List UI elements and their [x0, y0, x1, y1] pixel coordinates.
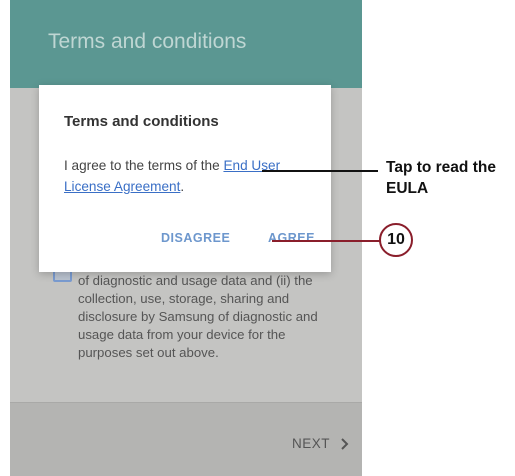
agree-callout-line [272, 240, 380, 242]
next-button-label: NEXT [292, 436, 331, 451]
terms-dialog: Terms and conditions I agree to the term… [39, 85, 331, 272]
dialog-body-suffix: . [180, 179, 185, 194]
disagree-button[interactable]: DISAGREE [161, 231, 230, 245]
next-button[interactable]: NEXT [292, 436, 351, 451]
consent-text: of diagnostic and usage data and (ii) th… [78, 273, 318, 360]
chevron-right-icon [341, 437, 349, 450]
agree-button[interactable]: AGREE [268, 231, 315, 245]
step-number-badge: 10 [379, 223, 413, 257]
app-bar: Terms and conditions [10, 0, 362, 88]
dialog-body-prefix: I agree to the terms of the [64, 158, 224, 173]
eula-callout-line [262, 170, 378, 172]
dialog-title: Terms and conditions [64, 113, 219, 130]
dialog-body: I agree to the terms of the End User Lic… [64, 155, 314, 197]
eula-callout-text: Tap to read the EULA [386, 159, 496, 197]
app-bar-title: Terms and conditions [48, 30, 247, 53]
